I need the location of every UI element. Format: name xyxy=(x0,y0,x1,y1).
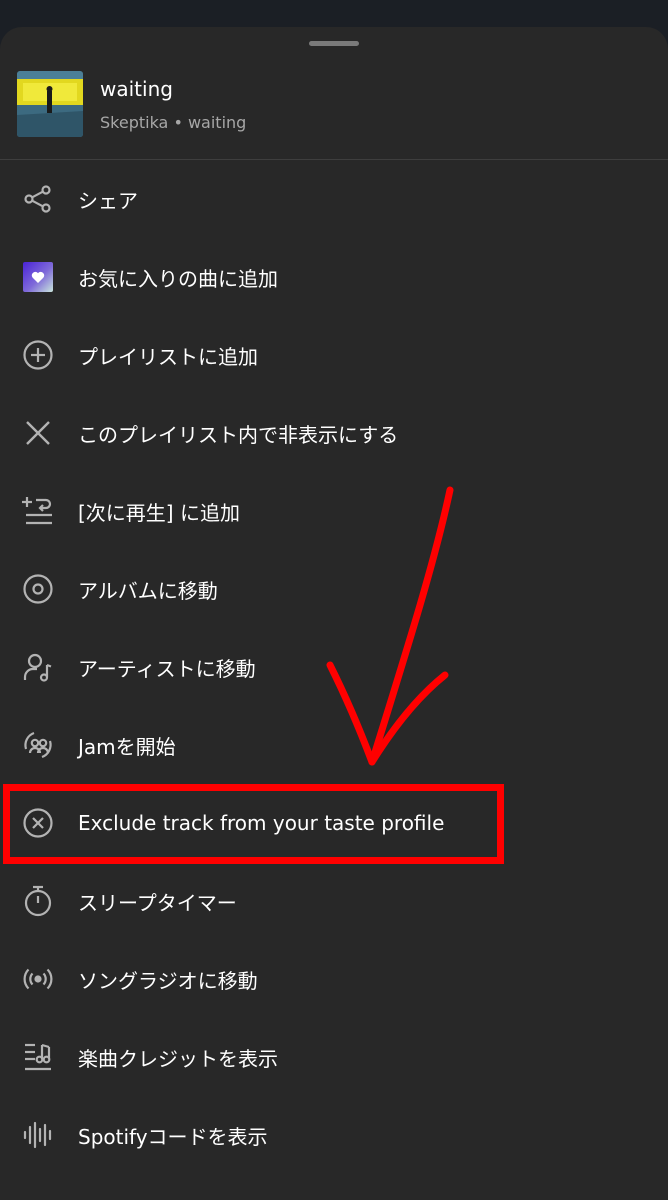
screen: waiting Skeptika • waiting シェア お気に入りの曲に追… xyxy=(0,0,668,1200)
menu-item-add-to-playlist[interactable]: プレイリストに追加 xyxy=(0,316,668,394)
track-subtitle: Skeptika • waiting xyxy=(100,113,247,132)
menu-item-label: アーティストに移動 xyxy=(78,656,256,681)
menu-item-sleep-timer[interactable]: スリープタイマー xyxy=(0,862,668,940)
menu-item-label: プレイリストに追加 xyxy=(78,344,258,369)
track-header: waiting Skeptika • waiting xyxy=(0,67,668,159)
menu-item-label: シェア xyxy=(78,188,138,213)
share-icon xyxy=(21,182,55,216)
menu-item-view-credits[interactable]: 楽曲クレジットを表示 xyxy=(0,1018,668,1096)
exclude-circle-icon xyxy=(21,806,55,840)
menu-item-label: 楽曲クレジットを表示 xyxy=(78,1046,278,1071)
track-title: waiting xyxy=(100,77,173,101)
plus-circle-icon xyxy=(21,338,55,372)
spotify-code-icon xyxy=(21,1118,55,1152)
radio-icon xyxy=(21,962,55,996)
menu-item-start-jam[interactable]: Jamを開始 xyxy=(0,706,668,784)
credits-icon xyxy=(21,1040,55,1074)
menu-item-label: ソングラジオに移動 xyxy=(78,968,258,993)
menu-item-label: お気に入りの曲に追加 xyxy=(78,266,278,291)
album-icon xyxy=(21,572,55,606)
album-artwork xyxy=(17,71,83,137)
track-options-sheet: waiting Skeptika • waiting シェア お気に入りの曲に追… xyxy=(0,27,668,1200)
menu-item-label: アルバムに移動 xyxy=(78,578,218,603)
menu-item-show-spotify-code[interactable]: Spotifyコードを表示 xyxy=(0,1096,668,1174)
timer-icon xyxy=(21,884,55,918)
options-menu: シェア お気に入りの曲に追加 プレイリストに追加 このプレイリスト内で非表示にす… xyxy=(0,160,668,1174)
menu-item-label: Jamを開始 xyxy=(78,734,176,759)
menu-item-label: Exclude track from your taste profile xyxy=(78,811,445,835)
close-icon xyxy=(21,416,55,450)
menu-item-go-to-artist[interactable]: アーティストに移動 xyxy=(0,628,668,706)
menu-item-go-to-song-radio[interactable]: ソングラジオに移動 xyxy=(0,940,668,1018)
artist-icon xyxy=(21,650,55,684)
menu-item-go-to-album[interactable]: アルバムに移動 xyxy=(0,550,668,628)
menu-item-add-to-liked-songs[interactable]: お気に入りの曲に追加 xyxy=(0,238,668,316)
jam-icon xyxy=(21,728,55,762)
liked-songs-icon xyxy=(21,260,55,294)
drag-handle[interactable] xyxy=(309,41,359,46)
menu-item-share[interactable]: シェア xyxy=(0,160,668,238)
menu-item-hide-in-playlist[interactable]: このプレイリスト内で非表示にする xyxy=(0,394,668,472)
menu-item-label: [次に再生] に追加 xyxy=(78,500,240,525)
add-to-queue-icon xyxy=(21,494,55,528)
menu-item-label: スリープタイマー xyxy=(78,890,237,915)
menu-item-label: このプレイリスト内で非表示にする xyxy=(78,422,399,447)
menu-item-label: Spotifyコードを表示 xyxy=(78,1124,268,1149)
menu-item-exclude-from-taste-profile[interactable]: Exclude track from your taste profile xyxy=(0,784,668,862)
menu-item-add-to-queue[interactable]: [次に再生] に追加 xyxy=(0,472,668,550)
